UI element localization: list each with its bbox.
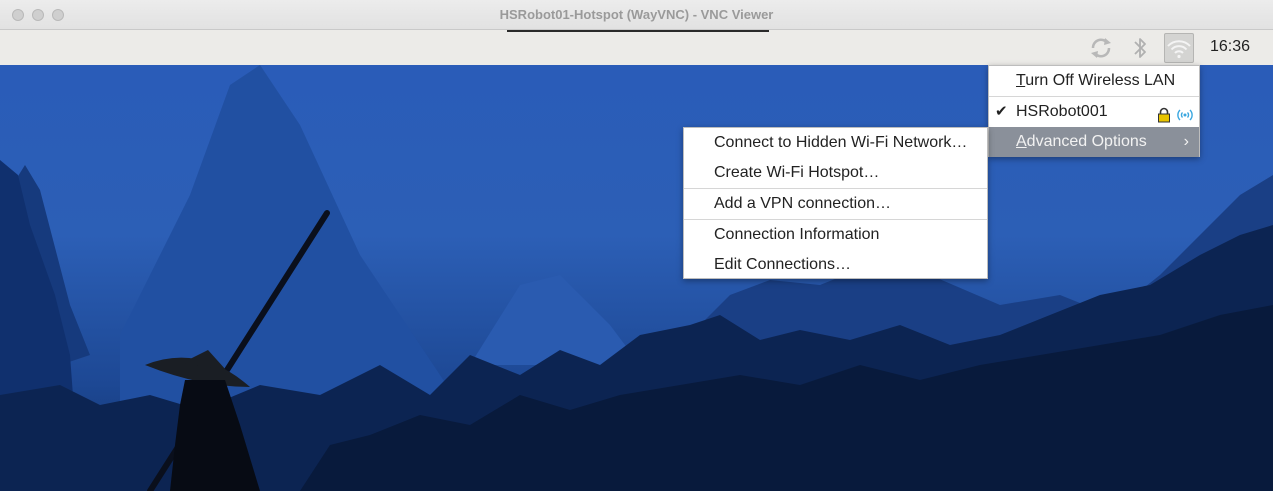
turn-off-wireless-lan-item[interactable]: Turn Off Wireless LAN bbox=[989, 66, 1199, 96]
title-bar: HSRobot01-Hotspot (WayVNC) - VNC Viewer bbox=[0, 0, 1273, 30]
clock[interactable]: 16:36 bbox=[1210, 38, 1250, 56]
create-hotspot-item[interactable]: Create Wi-Fi Hotspot… bbox=[684, 158, 987, 188]
menu-label: Connect to Hidden Wi-Fi Network… bbox=[714, 134, 968, 151]
menu-label: Connection Information bbox=[714, 226, 880, 243]
wifi-icon[interactable] bbox=[1164, 33, 1194, 63]
panel-toolbar-handle[interactable] bbox=[507, 30, 769, 32]
bluetooth-icon[interactable] bbox=[1125, 33, 1155, 63]
menu-label: dvanced Options bbox=[1026, 133, 1147, 150]
advanced-options-submenu: Connect to Hidden Wi-Fi Network… Create … bbox=[683, 127, 988, 279]
desktop-panel: 16:36 bbox=[0, 30, 1273, 65]
menu-label: Add a VPN connection… bbox=[714, 195, 891, 212]
network-name: HSRobot001 bbox=[1016, 103, 1108, 120]
chevron-right-icon: › bbox=[1183, 133, 1189, 150]
add-vpn-item[interactable]: Add a VPN connection… bbox=[684, 189, 987, 219]
menu-label: Create Wi-Fi Hotspot… bbox=[714, 164, 880, 181]
menu-label: urn Off Wireless LAN bbox=[1025, 72, 1176, 89]
network-item-hsrobot001[interactable]: ✔ HSRobot001 bbox=[989, 97, 1199, 127]
network-menu: Turn Off Wireless LAN ✔ HSRobot001 Advan… bbox=[988, 65, 1200, 157]
menu-mnemonic: T bbox=[1016, 72, 1026, 89]
edit-connections-item[interactable]: Edit Connections… bbox=[684, 250, 987, 280]
sync-icon[interactable] bbox=[1086, 33, 1116, 63]
menu-label: Edit Connections… bbox=[714, 256, 851, 273]
advanced-options-item[interactable]: Advanced Options › bbox=[989, 127, 1199, 157]
menu-mnemonic: A bbox=[1016, 133, 1027, 150]
vnc-viewer-window: HSRobot01-Hotspot (WayVNC) - VNC Viewer bbox=[0, 0, 1273, 491]
connect-hidden-network-item[interactable]: Connect to Hidden Wi-Fi Network… bbox=[684, 128, 987, 158]
connection-information-item[interactable]: Connection Information bbox=[684, 220, 987, 250]
window-title: HSRobot01-Hotspot (WayVNC) - VNC Viewer bbox=[499, 7, 774, 22]
check-icon: ✔ bbox=[995, 103, 1008, 120]
